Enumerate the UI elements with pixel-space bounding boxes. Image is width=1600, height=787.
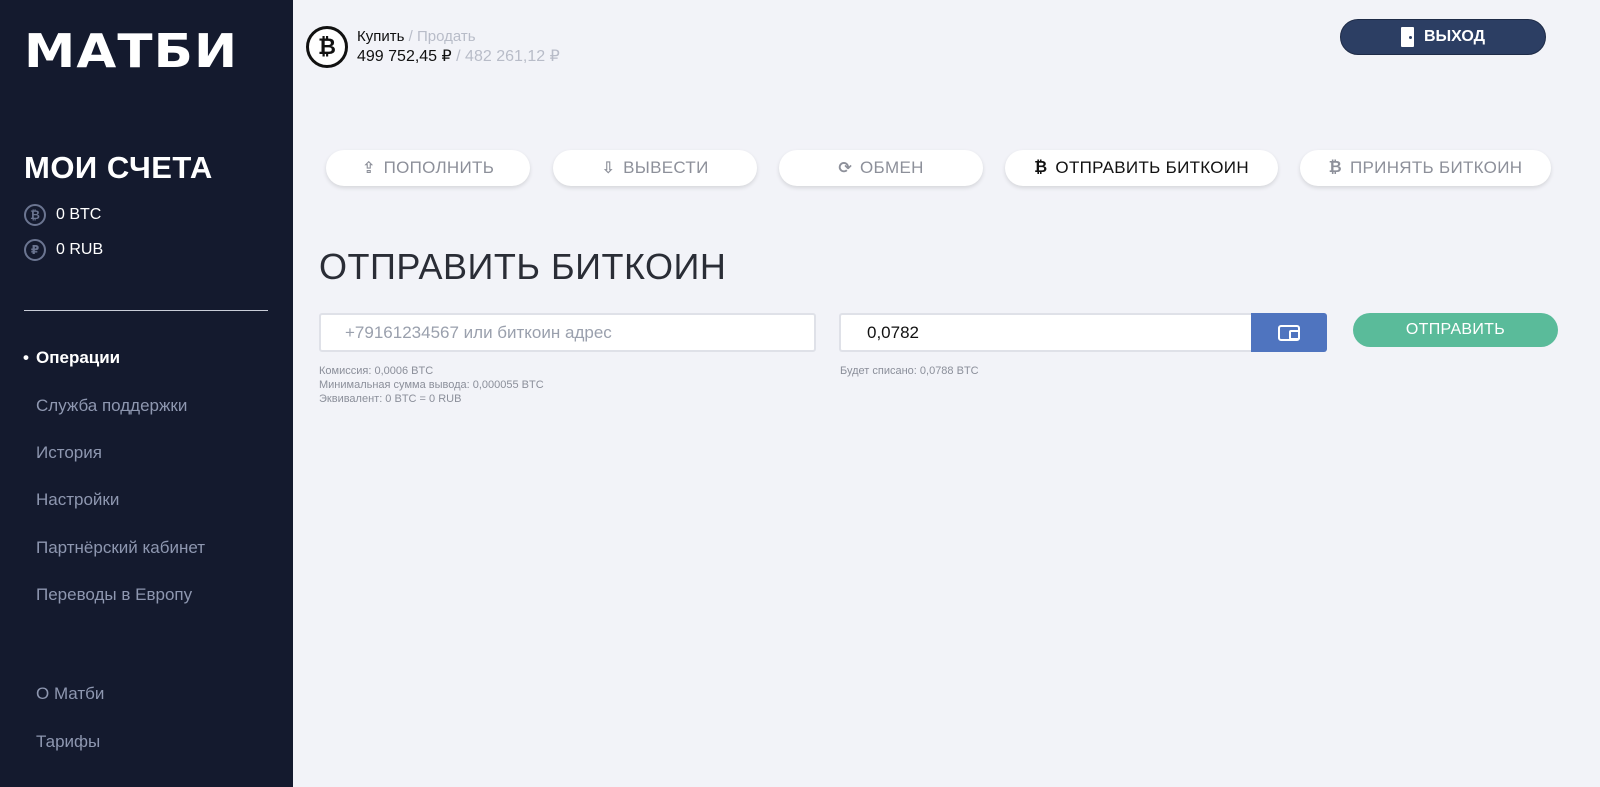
- account-rub: ₽ 0 RUB: [24, 239, 103, 261]
- sell-price: 482 261,12 ₽: [465, 48, 560, 65]
- wallet-icon: [1278, 324, 1300, 341]
- account-rub-balance: 0 RUB: [56, 241, 104, 258]
- address-input[interactable]: [319, 313, 816, 352]
- door-icon: [1400, 27, 1414, 47]
- tab-label: ВЫВЕСТИ: [623, 158, 709, 177]
- tab-deposit[interactable]: ⇪ ПОПОЛНИТЬ: [326, 150, 530, 186]
- logo[interactable]: МАТБИ: [24, 28, 238, 74]
- rate-labels: Купить / Продать: [357, 28, 476, 45]
- account-btc-balance: 0 BTC: [56, 206, 102, 223]
- sidebar-item-europe-transfers[interactable]: Переводы в Европу: [36, 585, 192, 605]
- download-icon: ⇩: [601, 160, 616, 177]
- bitcoin-receive-icon: ₿: [1328, 159, 1343, 176]
- sidebar-item-history[interactable]: История: [36, 443, 102, 463]
- tab-receive-bitcoin[interactable]: ₿ ПРИНЯТЬ БИТКОИН: [1300, 150, 1551, 186]
- sidebar: МАТБИ МОИ СЧЕТА ₿ 0 BTC ₽ 0 RUB Операции…: [0, 0, 293, 787]
- sidebar-item-operations[interactable]: Операции: [23, 348, 120, 368]
- rate-separator: /: [404, 28, 417, 45]
- buy-label[interactable]: Купить: [357, 28, 404, 45]
- bitcoin-send-icon: ₿: [1034, 159, 1048, 176]
- logout-button[interactable]: ВЫХОД: [1340, 19, 1546, 55]
- hint-equivalent: Эквивалент: 0 BTC = 0 RUB: [319, 393, 462, 405]
- hint-debit-amount: Будет списано: 0,0788 BTC: [840, 365, 979, 377]
- bitcoin-icon: ₿: [24, 204, 46, 226]
- accounts-title: МОИ СЧЕТА: [24, 150, 213, 185]
- upload-icon: ⇪: [361, 160, 376, 177]
- page-title: ОТПРАВИТЬ БИТКОИН: [319, 246, 727, 287]
- rate-separator: /: [451, 48, 466, 65]
- ruble-icon: ₽: [24, 239, 46, 261]
- exchange-icon: ⟳: [838, 160, 853, 177]
- tab-label: ОБМЕН: [860, 158, 924, 177]
- sidebar-item-settings[interactable]: Настройки: [36, 490, 119, 510]
- sidebar-item-partner[interactable]: Партнёрский кабинет: [36, 538, 205, 558]
- bitcoin-icon: ₿: [306, 26, 348, 68]
- logout-label: ВЫХОД: [1423, 28, 1486, 45]
- sell-label[interactable]: Продать: [417, 28, 476, 45]
- sidebar-divider: [24, 310, 268, 311]
- rate-values: 499 752,45 ₽ / 482 261,12 ₽: [357, 46, 560, 66]
- tab-label: ПОПОЛНИТЬ: [383, 158, 495, 177]
- send-button[interactable]: ОТПРАВИТЬ: [1353, 313, 1558, 347]
- wallet-button[interactable]: [1251, 313, 1327, 352]
- sidebar-item-about[interactable]: О Матби: [36, 684, 104, 704]
- buy-price: 499 752,45 ₽: [357, 48, 452, 65]
- hint-minimum: Минимальная сумма вывода: 0,000055 BTC: [319, 379, 544, 391]
- account-btc: ₿ 0 BTC: [24, 204, 101, 226]
- sidebar-item-support[interactable]: Служба поддержки: [36, 396, 187, 416]
- tab-exchange[interactable]: ⟳ ОБМЕН: [779, 150, 983, 186]
- hint-commission: Комиссия: 0,0006 BTC: [319, 365, 434, 377]
- tab-send-bitcoin[interactable]: ₿ ОТПРАВИТЬ БИТКОИН: [1005, 150, 1278, 186]
- tab-label: ОТПРАВИТЬ БИТКОИН: [1055, 158, 1249, 177]
- tab-withdraw[interactable]: ⇩ ВЫВЕСТИ: [553, 150, 757, 186]
- sidebar-item-tariffs[interactable]: Тарифы: [36, 732, 100, 752]
- tab-label: ПРИНЯТЬ БИТКОИН: [1350, 158, 1523, 177]
- amount-input[interactable]: [839, 313, 1252, 352]
